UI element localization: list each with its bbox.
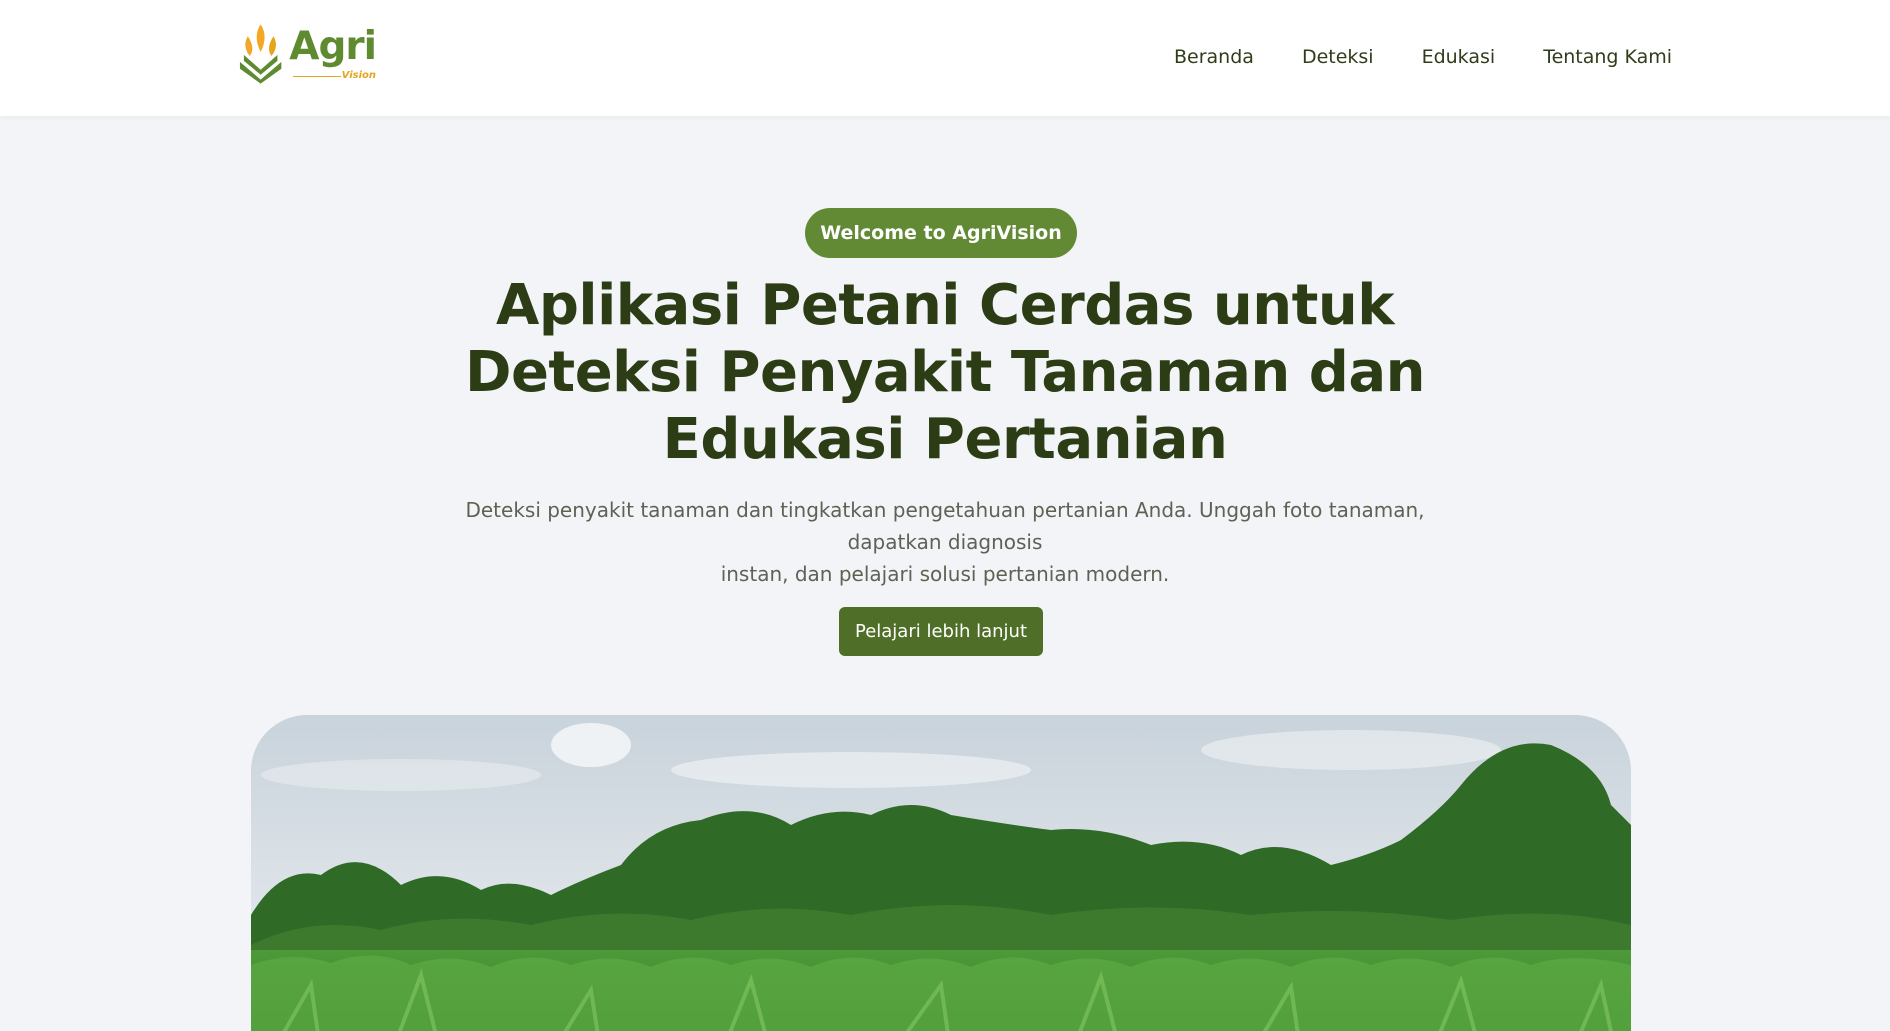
welcome-badge: Welcome to AgriVision	[805, 208, 1077, 258]
main-nav: Beranda Deteksi Edukasi Tentang Kami	[1174, 46, 1672, 68]
nav-link-edukasi[interactable]: Edukasi	[1422, 46, 1496, 68]
cornfield-landscape-photo	[251, 715, 1631, 1031]
logo-tagline: Vision	[341, 70, 376, 81]
hero-title: Aplikasi Petani Cerdas untuk Deteksi Pen…	[445, 272, 1445, 473]
logo-divider	[293, 76, 342, 77]
hero-title-line: Deteksi Penyakit Tanaman dan	[464, 340, 1426, 405]
navbar: Agri Vision Beranda Deteksi Edukasi Tent…	[0, 0, 1890, 116]
nav-link-deteksi[interactable]: Deteksi	[1302, 46, 1374, 68]
hero-description: Deteksi penyakit tanaman dan tingkatkan …	[420, 494, 1470, 590]
nav-link-tentang-kami[interactable]: Tentang Kami	[1543, 46, 1672, 68]
logo-brand-text: Agri	[289, 24, 377, 69]
learn-more-button[interactable]: Pelajari lebih lanjut	[839, 607, 1043, 656]
hero-title-line: Edukasi Pertanian	[662, 407, 1228, 472]
hero-description-line: Deteksi penyakit tanaman dan tingkatkan …	[465, 498, 1425, 554]
hero-image	[251, 715, 1631, 1031]
hero-title-line: Aplikasi Petani Cerdas untuk	[495, 273, 1395, 338]
nav-link-beranda[interactable]: Beranda	[1174, 46, 1254, 68]
hero-description-line: instan, dan pelajari solusi pertanian mo…	[720, 562, 1170, 586]
brand-logo[interactable]: Agri Vision	[236, 22, 377, 86]
wheat-leaf-icon	[239, 24, 282, 84]
